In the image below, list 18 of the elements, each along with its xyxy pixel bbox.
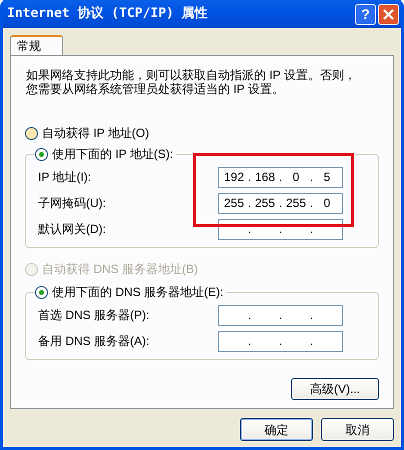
ok-button[interactable]: 确定 [240,418,313,441]
cancel-button[interactable]: 取消 [321,418,394,441]
close-icon [383,8,394,20]
advanced-button[interactable]: 高级(V)... [291,378,379,400]
ip-address-field[interactable]: 255 . 255 . 255 . 0 [218,192,343,214]
field-label: IP 地址(I): [38,169,92,186]
field-label: 默认网关(D): [38,221,106,238]
tab[interactable]: 常规 [10,35,63,55]
ip-address-field[interactable]: 192 . 168 . 0 . 5 [218,166,343,188]
window-title: Internet 协议 (TCP/IP) 属性 [7,4,208,24]
close-button[interactable] [378,4,399,24]
help-button[interactable]: ? [355,4,376,24]
description-text: 如果网络支持此功能，则可以获取自动指派的 IP 设置。否则，您需要从网络系统管理员处获得适当的 IP 设置。 [25,67,357,96]
field-label: 子网掩码(U): [38,195,106,212]
field-label: 备用 DNS 服务器(A): [38,333,150,350]
field-label: 首选 DNS 服务器(P): [38,307,150,324]
ip-address-field[interactable]: . . . [218,304,343,326]
ip-address-field[interactable]: . . . [218,330,343,352]
